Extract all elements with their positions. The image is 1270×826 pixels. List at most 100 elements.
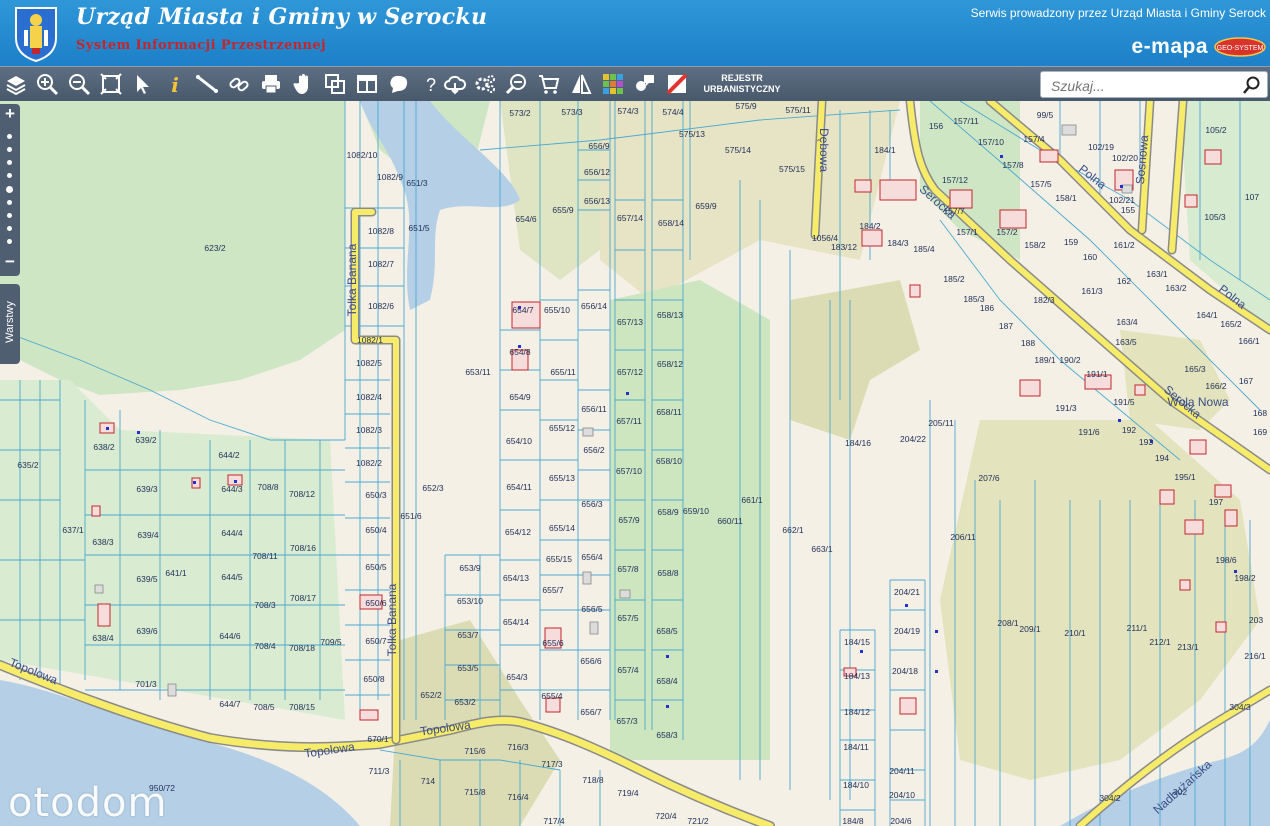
parcel-label[interactable]: 157/10 [978,137,1004,147]
cancel-slash-icon[interactable] [663,70,691,98]
parcel-label[interactable]: 184/10 [843,780,869,790]
parcel-label[interactable]: 663/1 [811,544,833,554]
parcel-label[interactable]: 658/8 [657,568,679,578]
parcel-label[interactable]: 644/5 [221,572,243,582]
parcel-label[interactable]: 185/2 [943,274,965,284]
parcel-label[interactable]: 655/12 [549,423,575,433]
parcel-label[interactable]: 575/9 [735,101,757,111]
map-canvas[interactable]: 573/2 573/3 574/3 574/4 575/9 575/11 575/13 575… [0,101,1270,826]
parcel-label[interactable]: 658/12 [657,359,683,369]
parcel-label[interactable]: 660/11 [717,516,743,526]
layers-tab[interactable]: Warstwy [0,284,20,364]
parcel-label[interactable]: 160 [1083,252,1097,262]
parcel-label[interactable]: 639/6 [136,626,158,636]
zoom-in-button[interactable]: + [2,104,18,124]
parcel-label[interactable]: 656/4 [581,552,603,562]
parcel-label[interactable]: 718/8 [582,775,604,785]
parcel-label[interactable]: 657/13 [617,317,643,327]
parcel-label[interactable]: 654/11 [506,482,532,492]
measure-distance-icon[interactable] [193,70,221,98]
parcel-label[interactable]: 654/6 [515,214,537,224]
zoom-in-icon[interactable] [33,70,61,98]
parcel-label[interactable]: 184/11 [843,742,869,752]
parcel-label[interactable]: 656/9 [588,141,610,151]
parcel-label[interactable]: 575/11 [785,105,811,115]
parcel-label[interactable]: 644/6 [219,631,241,641]
parcel-label[interactable]: 161/2 [1113,240,1135,250]
parcel-label[interactable]: 105/2 [1205,125,1227,135]
parcel-label[interactable]: 653/7 [457,630,479,640]
geo-system-logo[interactable]: GEO-SYSTEM [1214,37,1266,57]
parcel-label[interactable]: 652/3 [422,483,444,493]
parcel-label[interactable]: 208/1 [997,618,1019,628]
search-icon[interactable] [1243,76,1261,94]
parcel-label[interactable]: 654/14 [503,617,529,627]
parcel-label[interactable]: 652/2 [420,690,442,700]
parcel-label[interactable]: 708/18 [289,643,315,653]
parcel-label[interactable]: 158/1 [1055,193,1077,203]
parcel-label[interactable]: 656/3 [581,499,603,509]
parcel-label[interactable]: 166/2 [1205,381,1227,391]
parcel-label[interactable]: 656/11 [581,404,607,414]
parcel-label[interactable]: 169 [1253,427,1267,437]
parcel-label[interactable]: 105/3 [1204,212,1226,222]
parcel-label[interactable]: 304/3 [1229,702,1251,712]
parcel-label[interactable]: 635/2 [17,460,39,470]
parcel-label[interactable]: 708/4 [254,641,276,651]
parcel-label[interactable]: 157/5 [1030,179,1052,189]
parcel-label[interactable]: 650/5 [365,562,387,572]
parcel-label[interactable]: 182/3 [1033,295,1055,305]
parcel-label[interactable]: 657/3 [616,716,638,726]
parcel-label[interactable]: 157/2 [996,227,1018,237]
layers-icon[interactable] [2,70,30,98]
parcel-label[interactable]: 163/4 [1116,317,1138,327]
parcel-label[interactable]: 654/10 [506,436,532,446]
zoom-level-dot[interactable] [7,160,12,165]
parcel-label[interactable]: 573/2 [509,108,531,118]
parcel-label[interactable]: 651/3 [406,178,428,188]
parcel-label[interactable]: 717/4 [543,816,565,826]
parcel-label[interactable]: 163/5 [1115,337,1137,347]
parcel-label[interactable]: 717/3 [541,759,563,769]
search-zoom-icon[interactable] [503,70,531,98]
parcel-label[interactable]: 573/3 [561,107,583,117]
zoom-out-button[interactable]: − [2,252,18,272]
parcel-label[interactable]: 657/8 [617,564,639,574]
parcel-label[interactable]: 204/11 [889,766,915,776]
parcel-label[interactable]: 1082/1 [357,335,383,345]
map-svg[interactable]: 573/2 573/3 574/3 574/4 575/9 575/11 575/13 575… [0,101,1270,826]
parcel-label[interactable]: 107 [1245,192,1259,202]
parcel-label[interactable]: 157/1 [956,227,978,237]
parcel-label[interactable]: 186 [980,303,994,313]
parcel-label[interactable]: 638/4 [92,633,114,643]
parcel-label[interactable]: 161/3 [1081,286,1103,296]
parcel-label[interactable]: 203 [1249,615,1263,625]
print-icon[interactable] [257,70,285,98]
parcel-label[interactable]: 155 [1121,205,1135,215]
parcel-label[interactable]: 211/1 [1127,623,1148,633]
zoom-extent-icon[interactable] [97,70,125,98]
parcel-label[interactable]: 206/11 [950,532,976,542]
parcel-label[interactable]: 168 [1253,408,1267,418]
parcel-label[interactable]: 1082/9 [377,172,403,182]
parcel-label[interactable]: 656/2 [583,445,605,455]
parcel-label[interactable]: 158/2 [1024,240,1046,250]
parcel-label[interactable]: 650/4 [365,525,387,535]
parcel-label[interactable]: 102/21 [1109,195,1135,205]
parcel-label[interactable]: 304/2 [1099,793,1121,803]
parcel-label[interactable]: 204/18 [892,666,918,676]
parcel-label[interactable]: 715/8 [464,787,486,797]
parcel-label[interactable]: 657/12 [617,367,643,377]
parcel-label[interactable]: 184/3 [887,238,909,248]
parcel-label[interactable]: 194 [1155,453,1169,463]
parcel-label[interactable]: 659/10 [683,506,709,516]
parcel-label[interactable]: 191/1 [1086,369,1108,379]
parcel-label[interactable]: 670/1 [367,734,389,744]
parcel-label[interactable]: 655/11 [550,367,576,377]
parcel-label[interactable]: 721/2 [687,816,709,826]
parcel-label[interactable]: 716/4 [507,792,529,802]
parcel-label[interactable]: 638/2 [93,442,115,452]
zoom-level-dot[interactable] [7,226,12,231]
zoom-level-dot[interactable] [7,200,12,205]
parcel-label[interactable]: 1082/6 [368,301,394,311]
